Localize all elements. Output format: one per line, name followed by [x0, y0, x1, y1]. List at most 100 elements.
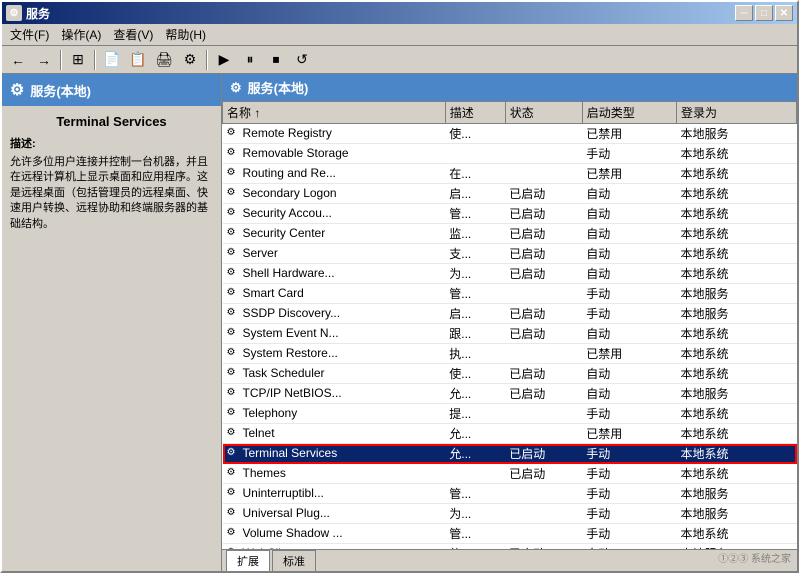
service-icon: ⚙ [227, 167, 241, 181]
table-row[interactable]: ⚙Task Scheduler使...已启动自动本地系统 [223, 364, 797, 384]
service-starttype: 自动 [582, 324, 676, 344]
service-icon: ⚙ [227, 427, 241, 441]
forward-button[interactable]: → [32, 49, 56, 71]
service-name: ⚙Removable Storage [223, 144, 446, 164]
service-icon: ⚙ [227, 327, 241, 341]
table-row[interactable]: ⚙SSDP Discovery...启...已启动手动本地服务 [223, 304, 797, 324]
service-name: ⚙Themes [223, 464, 446, 484]
refresh-button[interactable]: 🖨 [152, 49, 176, 71]
pause-button[interactable]: ⏸ [238, 49, 262, 71]
table-row[interactable]: ⚙Smart Card管...手动本地服务 [223, 284, 797, 304]
service-status [505, 524, 582, 544]
tab-extended[interactable]: 扩展 [226, 550, 270, 571]
new-button[interactable]: 📄 [100, 49, 124, 71]
service-login: 本地系统 [677, 264, 797, 284]
table-row[interactable]: ⚙Shell Hardware...为...已启动自动本地系统 [223, 264, 797, 284]
table-row[interactable]: ⚙Telnet允...已禁用本地系统 [223, 424, 797, 444]
service-desc: 管... [445, 484, 505, 504]
service-login: 本地系统 [677, 444, 797, 464]
main-window: ⚙ 服务 ─ □ ✕ 文件(F) 操作(A) 查看(V) 帮助(H) ← → ⊞… [0, 0, 799, 573]
service-desc: 为... [445, 264, 505, 284]
menu-action[interactable]: 操作(A) [55, 24, 107, 45]
service-status [505, 144, 582, 164]
service-login: 本地系统 [677, 344, 797, 364]
service-status [505, 404, 582, 424]
service-name: ⚙Task Scheduler [223, 364, 446, 384]
table-row[interactable]: ⚙Routing and Re...在...已禁用本地系统 [223, 164, 797, 184]
table-row[interactable]: ⚙Security Accou...管...已启动自动本地系统 [223, 204, 797, 224]
back-button[interactable]: ← [6, 49, 30, 71]
maximize-button[interactable]: □ [755, 5, 773, 21]
service-status [505, 424, 582, 444]
service-icon: ⚙ [227, 467, 241, 481]
menu-bar: 文件(F) 操作(A) 查看(V) 帮助(H) [2, 24, 797, 46]
service-name: ⚙TCP/IP NetBIOS... [223, 384, 446, 404]
up-button[interactable]: ⊞ [66, 49, 90, 71]
service-login: 本地服务 [677, 384, 797, 404]
table-row[interactable]: ⚙Themes已启动手动本地系统 [223, 464, 797, 484]
service-icon: ⚙ [227, 407, 241, 421]
service-login: 本地系统 [677, 144, 797, 164]
desc-text: 允许多位用户连接并控制一台机器，并且在远程计算机上显示桌面和应用程序。这是远程桌… [2, 153, 221, 240]
table-row[interactable]: ⚙Terminal Services允...已启动手动本地系统 [223, 444, 797, 464]
export-button[interactable]: ⚙ [178, 49, 202, 71]
service-starttype: 自动 [582, 184, 676, 204]
service-desc: 支... [445, 244, 505, 264]
play-button[interactable]: ▶ [212, 49, 236, 71]
service-name: ⚙Security Center [223, 224, 446, 244]
service-desc: 在... [445, 164, 505, 184]
service-name: ⚙Telephony [223, 404, 446, 424]
service-starttype: 手动 [582, 304, 676, 324]
tab-standard[interactable]: 标准 [272, 550, 316, 571]
col-header-status[interactable]: 状态 [505, 102, 582, 124]
table-row[interactable]: ⚙Security Center监...已启动自动本地系统 [223, 224, 797, 244]
service-rows: ⚙Remote Registry使...已禁用本地服务⚙Removable St… [223, 124, 797, 550]
service-starttype: 自动 [582, 384, 676, 404]
service-status [505, 504, 582, 524]
service-status: 已启动 [505, 364, 582, 384]
service-starttype: 已禁用 [582, 344, 676, 364]
properties-button[interactable]: 📋 [126, 49, 150, 71]
service-icon: ⚙ [227, 187, 241, 201]
restart-button[interactable]: ↺ [290, 49, 314, 71]
app-icon: ⚙ [6, 5, 22, 21]
col-header-name[interactable]: 名称 ↑ [223, 102, 446, 124]
col-header-starttype[interactable]: 启动类型 [582, 102, 676, 124]
service-status [505, 344, 582, 364]
service-status [505, 484, 582, 504]
service-name: ⚙Server [223, 244, 446, 264]
left-panel: ⚙ 服务(本地) Terminal Services 描述: 允许多位用户连接并… [2, 74, 222, 571]
col-header-desc[interactable]: 描述 [445, 102, 505, 124]
close-button[interactable]: ✕ [775, 5, 793, 21]
col-header-login[interactable]: 登录为 [677, 102, 797, 124]
service-icon: ⚙ [227, 207, 241, 221]
table-row[interactable]: ⚙Remote Registry使...已禁用本地服务 [223, 124, 797, 144]
table-row[interactable]: ⚙Uninterruptibl...管...手动本地服务 [223, 484, 797, 504]
services-table[interactable]: 名称 ↑ 描述 状态 启动类型 登录为 ⚙Remote Registry使...… [222, 101, 797, 549]
menu-help[interactable]: 帮助(H) [159, 24, 212, 45]
service-login: 本地系统 [677, 164, 797, 184]
table-row[interactable]: ⚙Server支...已启动自动本地系统 [223, 244, 797, 264]
service-desc: 允... [445, 424, 505, 444]
menu-file[interactable]: 文件(F) [4, 24, 55, 45]
service-status: 已启动 [505, 204, 582, 224]
table-row[interactable]: ⚙Secondary Logon启...已启动自动本地系统 [223, 184, 797, 204]
service-starttype: 手动 [582, 144, 676, 164]
table-row[interactable]: ⚙Removable Storage 手动本地系统 [223, 144, 797, 164]
service-icon: ⚙ [227, 227, 241, 241]
service-starttype: 已禁用 [582, 124, 676, 144]
table-row[interactable]: ⚙Telephony提...手动本地系统 [223, 404, 797, 424]
table-row[interactable]: ⚙Volume Shadow ...管...手动本地系统 [223, 524, 797, 544]
minimize-button[interactable]: ─ [735, 5, 753, 21]
menu-view[interactable]: 查看(V) [107, 24, 159, 45]
service-starttype: 手动 [582, 444, 676, 464]
table-row[interactable]: ⚙System Restore...执...已禁用本地系统 [223, 344, 797, 364]
service-desc: 使... [445, 364, 505, 384]
service-status [505, 164, 582, 184]
table-row[interactable]: ⚙TCP/IP NetBIOS...允...已启动自动本地服务 [223, 384, 797, 404]
service-status: 已启动 [505, 464, 582, 484]
table-row[interactable]: ⚙System Event N...跟...已启动自动本地系统 [223, 324, 797, 344]
table-row[interactable]: ⚙Universal Plug...为...手动本地服务 [223, 504, 797, 524]
service-name: ⚙Routing and Re... [223, 164, 446, 184]
stop-button[interactable]: ⏹ [264, 49, 288, 71]
